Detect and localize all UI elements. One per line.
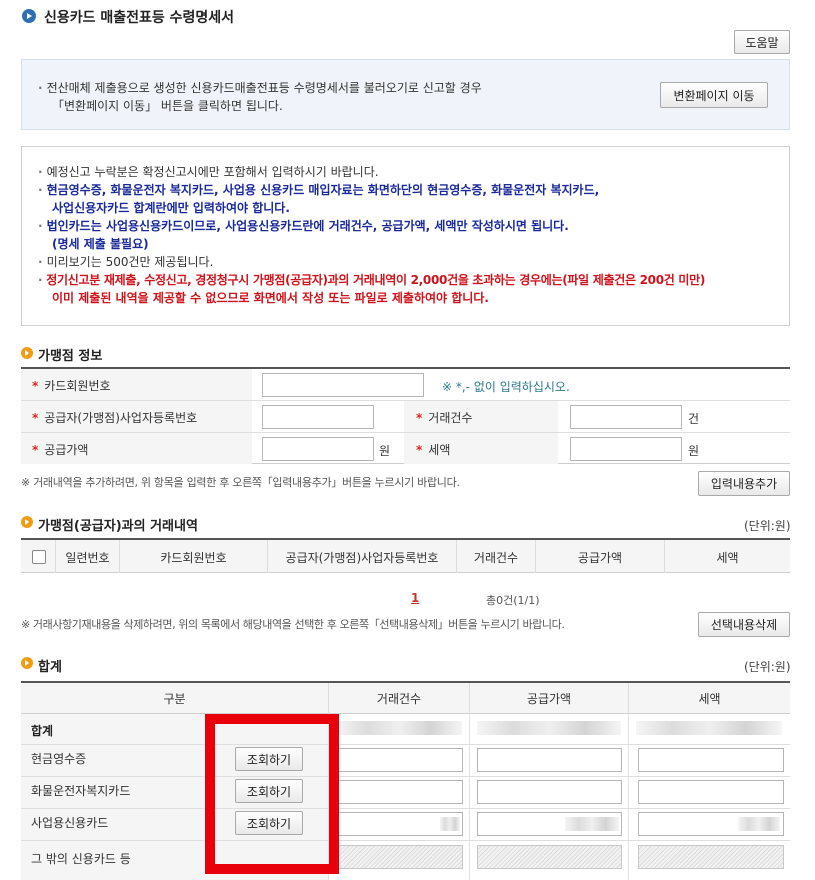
summary-col-header-tax: 세액: [698, 692, 721, 706]
info-text-line2: 「변환페이지 이동」 버튼을 클릭하면 됩니다.: [52, 99, 283, 113]
total-tax-value: [636, 721, 782, 735]
card-no-input[interactable]: [262, 373, 424, 397]
divider: [21, 776, 790, 777]
summary-col-header-count: 거래건수: [376, 692, 422, 706]
biz-no-input[interactable]: [262, 405, 374, 429]
notice-item: 사업신용자카드 합계란에만 입력하여야 합니다.: [52, 201, 290, 215]
col-divider: [628, 714, 629, 880]
transactions-unit: (단위:원): [744, 519, 791, 533]
divider: [21, 808, 790, 809]
add-entry-button[interactable]: 입력내용추가: [698, 471, 790, 496]
summary-row-other-cards-label: 그 밖의 신용카드 등: [31, 852, 131, 866]
other-cards-count-field: [336, 845, 463, 869]
card-no-label: * 카드회원번호: [32, 379, 111, 393]
freight-welfare-amount-input[interactable]: [477, 780, 622, 804]
info-text-line1: 전산매체 제출용으로 생성한 신용카드매출전표등 수령명세서를 불러오기로 신고…: [38, 79, 482, 96]
summary-section-title: 합계: [38, 660, 62, 675]
col-divider: [469, 714, 470, 880]
col-header-count: 거래건수: [473, 551, 519, 565]
tax-label: * 세액: [416, 443, 451, 457]
notice-item: 법인카드는 사업용신용카드이므로, 사업용신용카드란에 거래건수, 공급가액, …: [38, 217, 783, 235]
summary-row-freight-welfare-label: 화물운전자복지카드: [31, 784, 131, 798]
total-amount-value: [477, 721, 621, 735]
divider: [21, 744, 790, 745]
count-label: * 거래건수: [416, 411, 473, 425]
business-card-count-value: [440, 817, 460, 831]
amount-label: * 공급가액: [32, 443, 89, 457]
biz-no-label: * 공급자(가맹점)사업자등록번호: [32, 411, 198, 425]
notice-list: 예정신고 누락분은 확정신고시에만 포함해서 입력하시기 바랍니다. 현금영수증…: [38, 163, 783, 307]
summary-col-header-amount: 공급가액: [526, 692, 572, 706]
tax-input[interactable]: [570, 437, 682, 461]
add-hint: ※ 거래내역을 추가하려면, 위 항목을 입력한 후 오른쪽「입력내용추가」버튼…: [21, 476, 460, 489]
pagination-current-page[interactable]: 1: [411, 591, 419, 605]
business-card-tax-value: [738, 817, 780, 831]
summary-col-header-category: 구분: [163, 692, 186, 706]
cash-receipt-tax-input[interactable]: [638, 748, 784, 772]
notice-item: 예정신고 누락분은 확정신고시에만 포함해서 입력하시기 바랍니다.: [38, 163, 783, 181]
section-icon: [21, 347, 33, 359]
freight-welfare-tax-input[interactable]: [638, 780, 784, 804]
col-header-serial: 일련번호: [65, 551, 110, 565]
notice-item: 현금영수증, 화물운전자 복지카드, 사업용 신용카드 매입자료는 화면하단의 …: [38, 181, 783, 199]
amount-unit: 원: [379, 444, 391, 458]
help-button[interactable]: 도움말: [734, 30, 790, 54]
divider: [21, 840, 790, 841]
select-all-checkbox[interactable]: [32, 550, 46, 564]
card-no-hint: ※ *,- 없이 입력하십시오.: [442, 380, 570, 394]
divider: [21, 432, 790, 433]
business-card-amount-value: [565, 817, 619, 831]
summary-row-cash-receipt-label: 현금영수증: [31, 752, 87, 766]
notice-item: (명세 제출 불필요): [52, 237, 149, 251]
section-icon: [21, 516, 33, 528]
notice-item: 이미 제출된 내역을 제공할 수 없으므로 화면에서 작성 또는 파일로 제출하…: [52, 291, 489, 305]
amount-input[interactable]: [262, 437, 374, 461]
total-count-value: [336, 721, 462, 735]
pagination-info: 총0건(1/1): [486, 594, 540, 607]
highlight-box: [205, 714, 339, 874]
section-icon: [21, 657, 33, 669]
title-icon: [22, 9, 36, 23]
convert-page-button[interactable]: 변환페이지 이동: [660, 82, 768, 108]
cash-receipt-count-input[interactable]: [336, 748, 463, 772]
cash-receipt-amount-input[interactable]: [477, 748, 622, 772]
col-header-card-no: 카드회원번호: [160, 551, 227, 565]
notice-item: 미리보기는 500건만 제공됩니다.: [38, 253, 783, 271]
summary-row-business-card-label: 사업용신용카드: [31, 816, 109, 830]
other-cards-tax-field: [638, 845, 784, 869]
other-cards-amount-field: [477, 845, 622, 869]
freight-welfare-count-input[interactable]: [336, 780, 463, 804]
summary-row-total-label: 합계: [31, 724, 54, 738]
page-title: 신용카드 매출전표등 수령명세서: [44, 10, 235, 26]
notice-item: 정기신고분 재제출, 수정신고, 경정청구시 가맹점(공급자)과의 거래내역이 …: [38, 271, 783, 289]
divider: [21, 400, 790, 401]
count-unit: 건: [688, 412, 700, 426]
col-header-biz-no: 공급자(가맹점)사업자등록번호: [285, 551, 439, 565]
merchant-section-title: 가맹점 정보: [38, 349, 103, 364]
delete-hint: ※ 거래사항기재내용을 삭제하려면, 위의 목록에서 해당내역을 선택한 후 오…: [21, 618, 565, 631]
tax-unit: 원: [688, 444, 700, 458]
col-header-tax: 세액: [716, 551, 739, 565]
count-input[interactable]: [570, 405, 682, 429]
delete-selected-button[interactable]: 선택내용삭제: [698, 612, 790, 637]
col-header-amount: 공급가액: [577, 551, 623, 565]
transactions-section-title: 가맹점(공급자)과의 거래내역: [38, 519, 198, 534]
summary-unit: (단위:원): [744, 660, 791, 674]
